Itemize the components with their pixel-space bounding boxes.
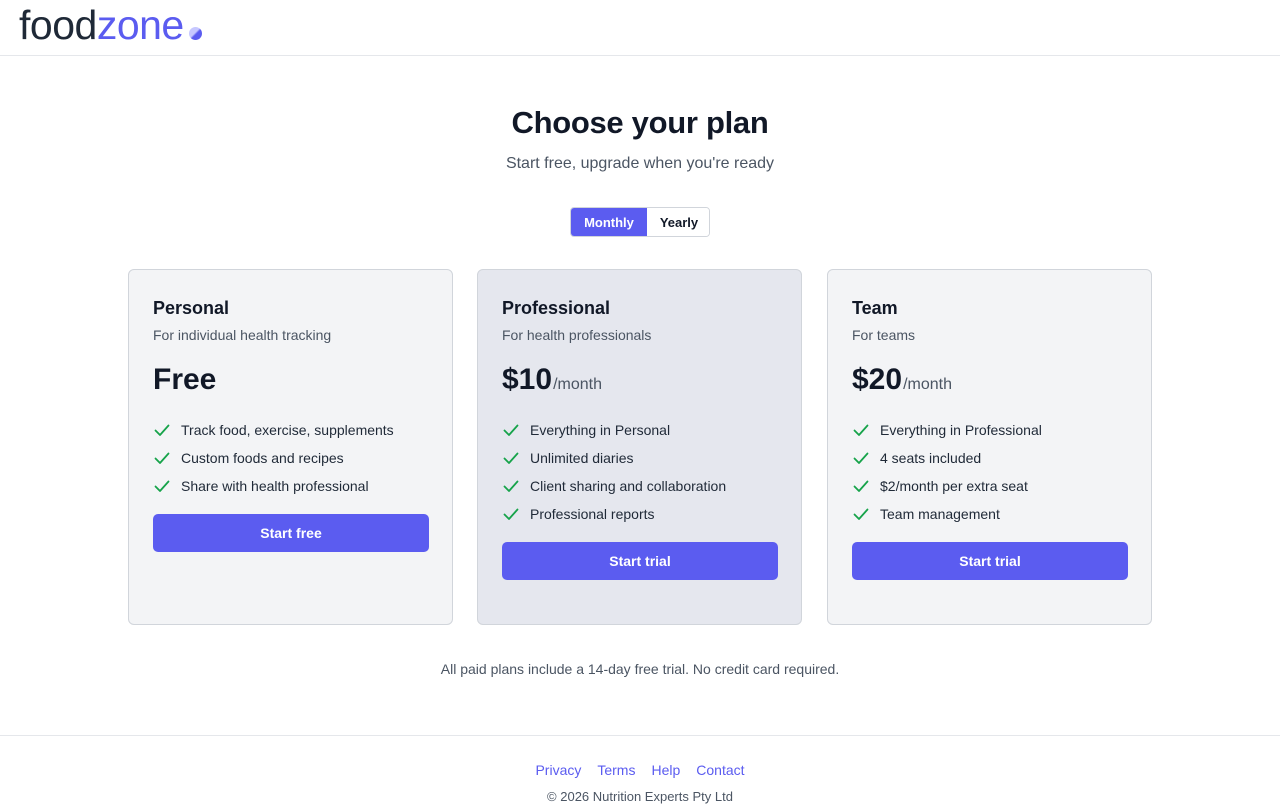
feature-text: Unlimited diaries xyxy=(530,450,634,466)
plan-price: Free xyxy=(153,363,217,396)
footer-link-terms[interactable]: Terms xyxy=(597,762,635,778)
logo-dot-icon xyxy=(188,27,202,40)
feature-text: Share with health professional xyxy=(181,478,369,494)
plan-description: For individual health tracking xyxy=(153,327,332,343)
page-title: Choose your plan xyxy=(511,105,769,140)
trial-note: All paid plans include a 14-day free tri… xyxy=(440,661,840,677)
price-period: /month xyxy=(903,376,952,393)
feature-item: Share with health professional xyxy=(153,472,428,500)
plan-description: For teams xyxy=(852,327,916,343)
check-icon xyxy=(503,480,519,492)
copyright: © 2026 Nutrition Experts Pty Ltd xyxy=(547,789,733,804)
feature-text: Team management xyxy=(880,506,1000,522)
plan-name: Professional xyxy=(502,298,611,318)
feature-text: Client sharing and collaboration xyxy=(530,478,727,494)
plan-card-team: Team For teams $20/month Everything in P… xyxy=(827,269,1152,625)
start-free-button[interactable]: Start free xyxy=(153,514,429,552)
feature-text: Professional reports xyxy=(530,506,655,522)
start-trial-button[interactable]: Start trial xyxy=(502,542,778,580)
toggle-monthly[interactable]: Monthly xyxy=(571,208,647,236)
feature-list: Everything in Professional 4 seats inclu… xyxy=(852,416,1127,528)
feature-item: Professional reports xyxy=(502,500,777,528)
plan-description: For health professionals xyxy=(502,327,652,343)
feature-item: 4 seats included xyxy=(852,444,1127,472)
check-icon xyxy=(154,452,170,464)
footer-links: Privacy Terms Help Contact xyxy=(0,762,1280,778)
site-footer: Privacy Terms Help Contact © 2026 Nutrit… xyxy=(0,735,1280,804)
check-icon xyxy=(154,424,170,436)
footer-link-contact[interactable]: Contact xyxy=(696,762,744,778)
check-icon xyxy=(853,508,869,520)
price-row: $20/month xyxy=(852,362,1127,398)
site-header: food zone xyxy=(0,0,1280,56)
feature-text: Custom foods and recipes xyxy=(181,450,344,466)
plan-card-professional: Professional For health professionals $1… xyxy=(477,269,802,625)
feature-text: Track food, exercise, supplements xyxy=(181,422,394,438)
plan-name: Personal xyxy=(153,298,230,318)
check-icon xyxy=(853,452,869,464)
plan-price: $10 xyxy=(502,363,553,396)
check-icon xyxy=(503,424,519,436)
logo-text-food: food xyxy=(19,2,97,48)
plan-card-personal: Personal For individual health tracking … xyxy=(128,269,453,625)
feature-text: Everything in Personal xyxy=(530,422,671,438)
feature-item: Everything in Personal xyxy=(502,416,777,444)
check-icon xyxy=(853,480,869,492)
feature-text: $2/month per extra seat xyxy=(880,478,1028,494)
feature-item: Custom foods and recipes xyxy=(153,444,428,472)
feature-list: Everything in Personal Unlimited diaries… xyxy=(502,416,777,528)
check-icon xyxy=(503,452,519,464)
feature-item: Client sharing and collaboration xyxy=(502,472,777,500)
foodzone-logo[interactable]: food zone xyxy=(19,5,202,46)
check-icon xyxy=(503,508,519,520)
start-trial-button[interactable]: Start trial xyxy=(852,542,1128,580)
check-icon xyxy=(853,424,869,436)
price-row: $10/month xyxy=(502,362,777,398)
logo-text-zone: zone xyxy=(96,2,184,48)
footer-link-help[interactable]: Help xyxy=(651,762,680,778)
feature-item: Team management xyxy=(852,500,1127,528)
feature-item: Everything in Professional xyxy=(852,416,1127,444)
feature-list: Track food, exercise, supplements Custom… xyxy=(153,416,428,500)
plan-name: Team xyxy=(852,298,898,318)
feature-item: Unlimited diaries xyxy=(502,444,777,472)
price-row: Free xyxy=(153,362,428,398)
feature-text: Everything in Professional xyxy=(880,422,1042,438)
pricing-hero: Choose your plan Start free, upgrade whe… xyxy=(0,105,1280,237)
check-icon xyxy=(154,480,170,492)
page-subtitle: Start free, upgrade when you're ready xyxy=(505,155,775,172)
feature-item: $2/month per extra seat xyxy=(852,472,1127,500)
footer-link-privacy[interactable]: Privacy xyxy=(535,762,581,778)
plan-cards: Personal For individual health tracking … xyxy=(128,269,1152,625)
toggle-yearly[interactable]: Yearly xyxy=(647,208,709,236)
feature-text: 4 seats included xyxy=(880,450,982,466)
price-period: /month xyxy=(553,376,602,393)
feature-item: Track food, exercise, supplements xyxy=(153,416,428,444)
plan-price: $20 xyxy=(852,363,903,396)
billing-toggle: Monthly Yearly xyxy=(570,207,710,237)
